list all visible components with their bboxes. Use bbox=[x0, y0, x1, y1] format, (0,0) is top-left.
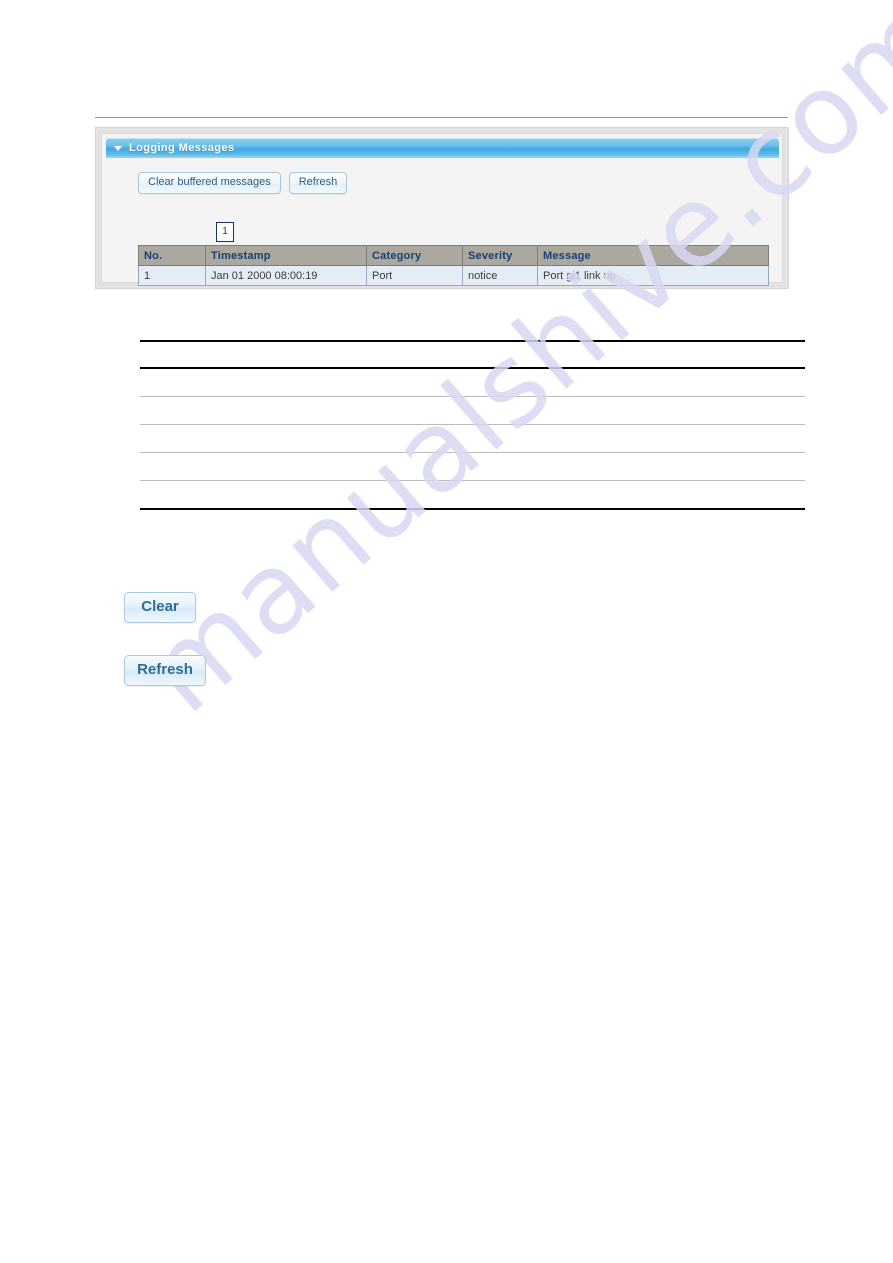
refresh-button[interactable]: Refresh bbox=[288, 172, 348, 194]
page-top-divider bbox=[95, 117, 788, 118]
clear-buffered-messages-button[interactable]: Clear buffered messages bbox=[138, 172, 281, 194]
cell-no: 1 bbox=[138, 265, 206, 286]
panel-action-buttons: Clear buffered messages Refresh bbox=[138, 172, 348, 194]
table-header-space bbox=[140, 342, 805, 367]
column-header-no[interactable]: No. bbox=[138, 245, 206, 266]
cell-category: Port bbox=[366, 265, 463, 286]
table-bottom-rule bbox=[140, 508, 805, 510]
logging-messages-panel: Logging Messages Clear buffered messages… bbox=[95, 127, 789, 289]
refresh-button-large[interactable]: Refresh bbox=[124, 655, 206, 686]
clear-button[interactable]: Clear bbox=[124, 592, 196, 623]
triangle-down-icon[interactable] bbox=[114, 145, 122, 151]
table-row-space bbox=[140, 425, 805, 452]
table-body: 1 Jan 01 2000 08:00:19 Port notice Port … bbox=[138, 265, 769, 286]
panel-body: Clear buffered messages Refresh 1 No. Ti… bbox=[106, 158, 778, 286]
table-row-space bbox=[140, 481, 805, 508]
cell-timestamp: Jan 01 2000 08:00:19 bbox=[205, 265, 367, 286]
cell-message: Port gi1 link up bbox=[537, 265, 769, 286]
table-row: 1 Jan 01 2000 08:00:19 Port notice Port … bbox=[138, 265, 769, 286]
column-header-timestamp[interactable]: Timestamp bbox=[205, 245, 367, 266]
column-header-severity[interactable]: Severity bbox=[462, 245, 538, 266]
table-head: No. Timestamp Category Severity Message bbox=[138, 245, 769, 266]
column-header-message[interactable]: Message bbox=[537, 245, 769, 266]
column-header-category[interactable]: Category bbox=[366, 245, 463, 266]
panel-title: Logging Messages bbox=[129, 142, 235, 154]
cell-severity: notice bbox=[462, 265, 538, 286]
panel-title-bar[interactable]: Logging Messages bbox=[106, 138, 779, 158]
logging-messages-table-wrap: No. Timestamp Category Severity Message … bbox=[138, 245, 769, 286]
panel-inner-frame: Logging Messages Clear buffered messages… bbox=[101, 133, 783, 286]
description-table bbox=[140, 340, 805, 510]
table-header-row: No. Timestamp Category Severity Message bbox=[138, 245, 769, 266]
table-row-space bbox=[140, 397, 805, 424]
logging-messages-table: No. Timestamp Category Severity Message … bbox=[138, 245, 769, 286]
table-row-space bbox=[140, 453, 805, 480]
callout-marker-1: 1 bbox=[216, 222, 234, 242]
table-row-space bbox=[140, 369, 805, 396]
